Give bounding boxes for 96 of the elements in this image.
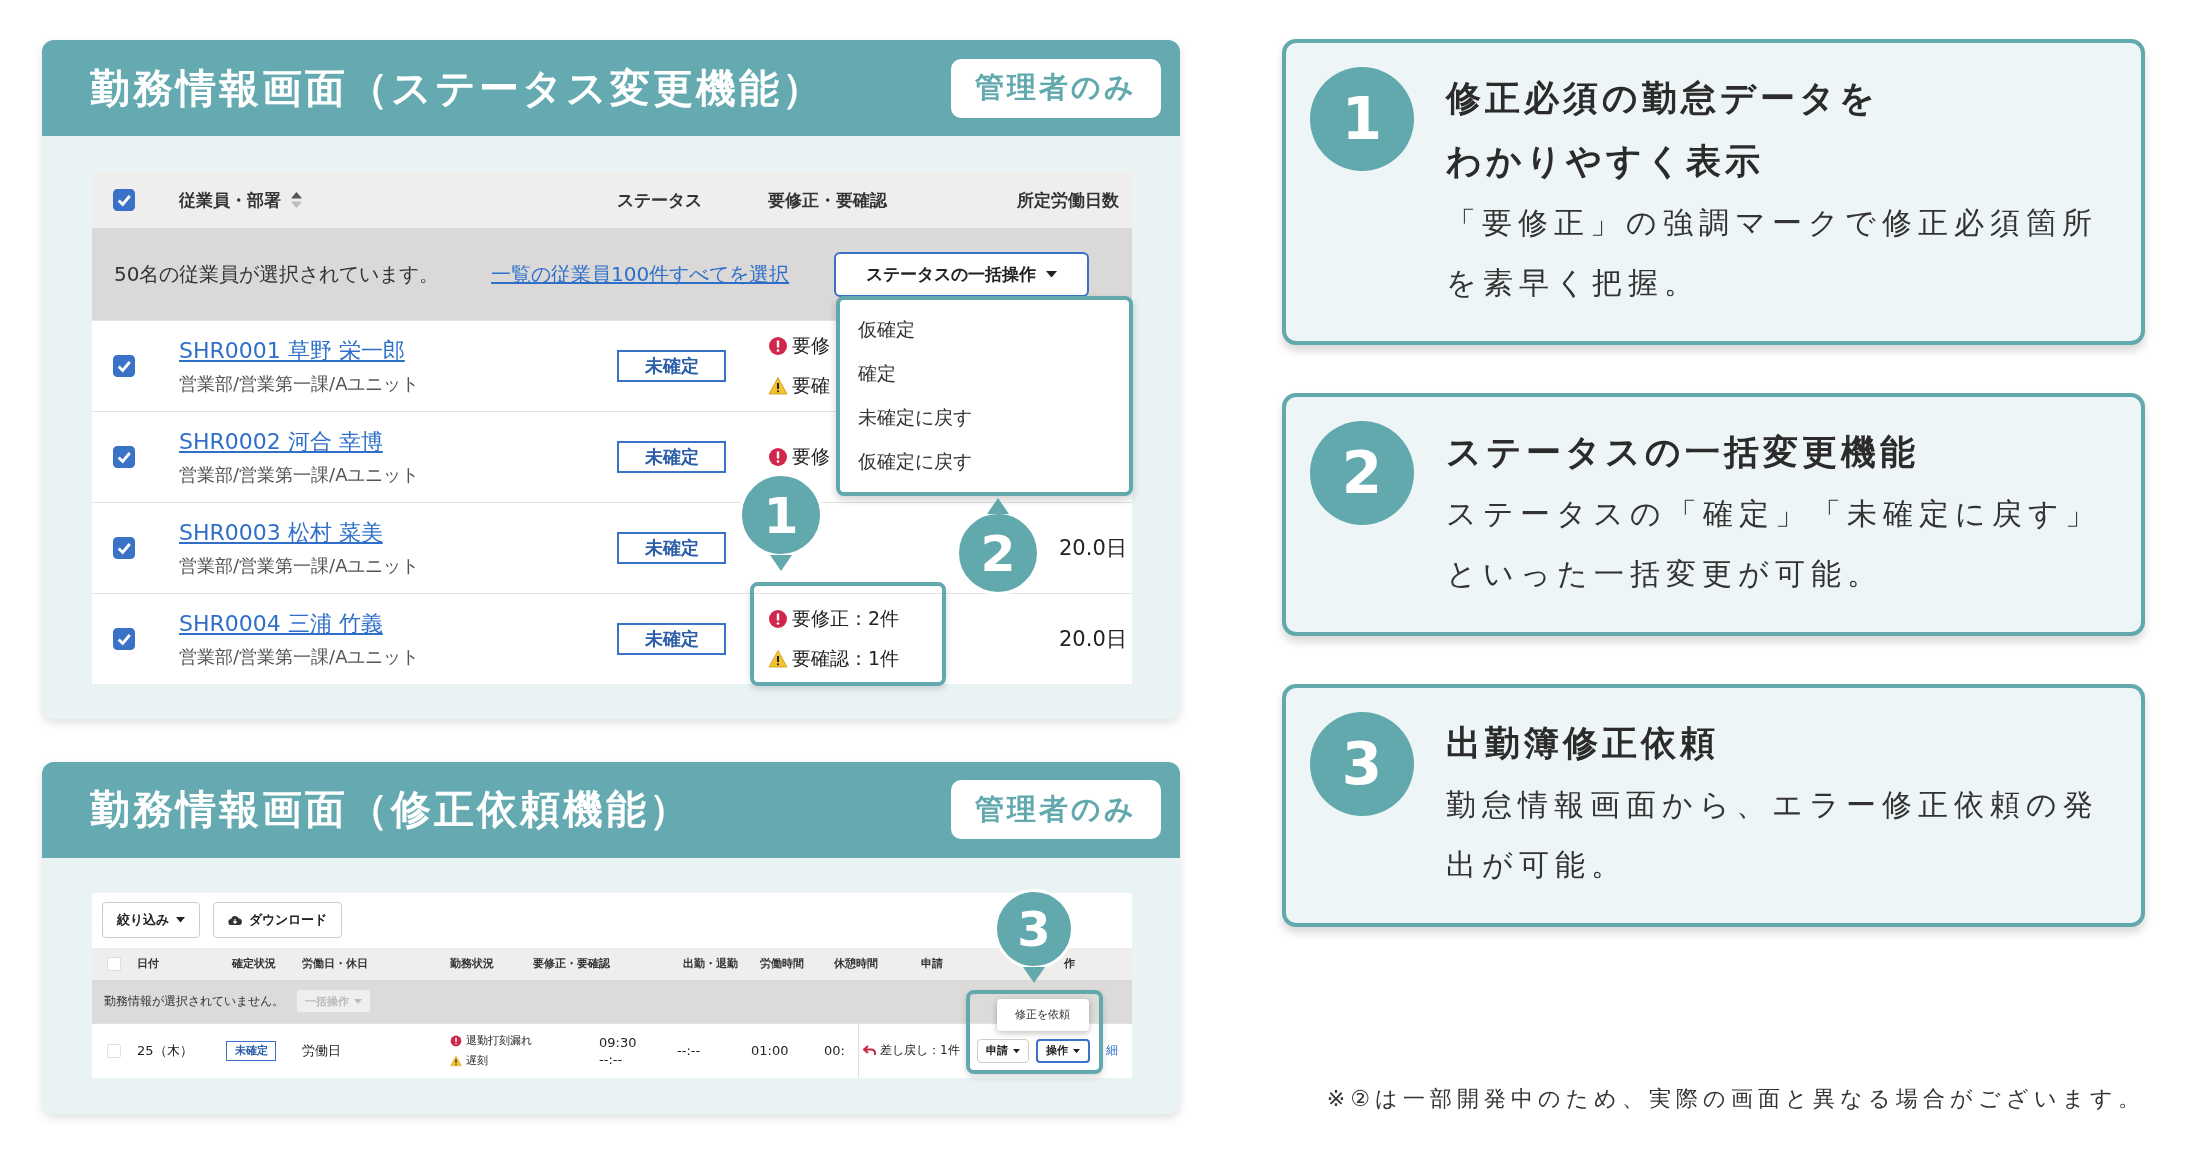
feature-title: 修正必須の勤怠データを わかりやすく表示	[1446, 77, 1880, 183]
action-button[interactable]: 操作	[1036, 1038, 1090, 1063]
column-header: 労働日・休日	[302, 956, 368, 972]
status-tag: 未確定	[617, 623, 726, 655]
break-time-text: 00:	[824, 1043, 845, 1059]
warning-icon	[768, 649, 788, 669]
status-tag: 未確定	[617, 532, 726, 564]
footnote: ※②は一部開発中のため、実際の画面と異なる場合がございます。	[1325, 1085, 2145, 1113]
status-tag: 未確定	[617, 441, 726, 473]
time-text: --:--	[677, 1043, 701, 1059]
admin-badge: 管理者のみ	[951, 58, 1161, 118]
feature-description: ステータスの「確定」「未確定に戻す」といった一括変更が可能。	[1446, 495, 2102, 593]
time-text: --:--	[599, 1051, 624, 1067]
menu-item[interactable]: 確定	[840, 352, 1129, 396]
return-arrow-icon	[863, 1045, 876, 1057]
column-header: 従業員・部署	[179, 188, 281, 212]
feature-description: 「要修正」の強調マークで修正必須箇所を素早く把握。	[1446, 204, 2099, 302]
department-text: 営業部/営業第一課/Aユニット	[179, 463, 420, 487]
column-header: 所定労働日数	[1017, 188, 1119, 212]
flag-text: 遅刻	[466, 1053, 488, 1069]
column-header: 日付	[137, 956, 159, 972]
selection-count: 50名の従業員が選択されています。	[114, 260, 441, 288]
select-all-link[interactable]: 一覧の従業員100件すべてを選択	[491, 260, 834, 288]
caret-icon	[1013, 1048, 1020, 1053]
feature-number: 1	[1310, 67, 1414, 171]
error-icon	[450, 1034, 462, 1047]
status-tag: 未確定	[617, 350, 726, 382]
column-header: 休憩時間	[834, 956, 878, 972]
caret-icon	[354, 998, 362, 1004]
checkbox[interactable]	[113, 628, 135, 650]
callout-number: 2	[956, 511, 1040, 595]
warning-icon	[450, 1054, 462, 1067]
bulk-action-button[interactable]: ステータスの一括操作	[834, 251, 1089, 297]
department-text: 営業部/営業第一課/Aユニット	[179, 372, 420, 396]
checkbox[interactable]	[113, 537, 135, 559]
day-type-text: 労働日	[302, 1041, 341, 1060]
employee-link[interactable]: SHR0003 松村 菜美	[179, 518, 420, 548]
admin-badge: 管理者のみ	[951, 780, 1161, 840]
flag-text: 要修正：2件	[792, 606, 900, 631]
column-header: 出勤・退勤	[683, 956, 738, 972]
menu-item[interactable]: 仮確定に戻す	[840, 440, 1129, 484]
feature-title: 出勤簿修正依頼	[1446, 722, 1720, 765]
checkbox[interactable]	[113, 446, 135, 468]
column-header: 労働時間	[760, 956, 804, 972]
flag-text: 要修	[792, 444, 830, 469]
checkbox[interactable]	[113, 189, 135, 211]
menu-item[interactable]: 未確定に戻す	[840, 396, 1129, 440]
filter-button[interactable]: 絞り込み	[102, 902, 200, 939]
column-header: 勤務状況	[450, 956, 494, 972]
feature-description: 勤怠情報画面から、エラー修正依頼の発出が可能。	[1446, 786, 2100, 884]
employee-link[interactable]: SHR0004 三浦 竹義	[179, 609, 420, 639]
menu-item[interactable]: 仮確定	[840, 308, 1129, 352]
feature-number: 2	[1310, 421, 1414, 525]
flag-text: 要確認：1件	[792, 646, 900, 671]
column-header: 申請	[921, 956, 943, 972]
error-icon	[768, 336, 788, 356]
column-header: ステータス	[617, 188, 702, 212]
request-text: 差し戻し：1件	[880, 1042, 960, 1060]
flag-text: 退勤打刻漏れ	[466, 1033, 532, 1049]
callout-number: 1	[739, 473, 823, 557]
panel-title: 勤務情報画面（修正依頼機能）	[90, 785, 692, 835]
callout-pointer	[770, 555, 792, 571]
callout-pointer	[987, 498, 1009, 514]
date-text: 25（木）	[137, 1041, 193, 1060]
flag-text: 要修	[792, 333, 830, 358]
flag-text: 要確	[792, 373, 830, 398]
apply-button[interactable]: 申請	[977, 1038, 1029, 1063]
error-icon	[768, 447, 788, 467]
caret-icon	[1073, 1048, 1080, 1053]
column-header: 作	[1064, 956, 1075, 972]
cloud-download-icon	[228, 914, 242, 926]
work-time-text: 01:00	[751, 1043, 789, 1059]
department-text: 営業部/営業第一課/Aユニット	[179, 645, 420, 669]
error-icon	[768, 609, 788, 629]
selection-status: 勤務情報が選択されていません。	[104, 992, 284, 1010]
employee-link[interactable]: SHR0001 草野 栄一郎	[179, 336, 420, 366]
caret-icon	[176, 917, 185, 923]
panel-title: 勤務情報画面（ステータス変更機能）	[90, 63, 825, 113]
column-header: 要修正・要確認	[768, 188, 887, 212]
download-button[interactable]: ダウンロード	[213, 902, 342, 939]
feature-title: ステータスの一括変更機能	[1446, 431, 1920, 474]
days-text: 20.0日	[1059, 626, 1127, 653]
days-text: 20.0日	[1059, 535, 1127, 562]
menu-item[interactable]: 修正を依頼	[997, 998, 1089, 1031]
column-header: 確定状況	[232, 956, 276, 972]
department-text: 営業部/営業第一課/Aユニット	[179, 554, 420, 578]
status-tag: 未確定	[226, 1040, 276, 1061]
sort-icon[interactable]	[291, 192, 302, 208]
warning-icon	[768, 376, 788, 396]
column-header: 要修正・要確認	[533, 956, 610, 972]
caret-icon	[1046, 270, 1057, 278]
employee-link[interactable]: SHR0002 河合 幸博	[179, 427, 420, 457]
detail-link[interactable]: 細	[1106, 1042, 1118, 1060]
feature-number: 3	[1310, 712, 1414, 816]
time-text: 09:30	[599, 1034, 637, 1050]
checkbox[interactable]	[113, 355, 135, 377]
